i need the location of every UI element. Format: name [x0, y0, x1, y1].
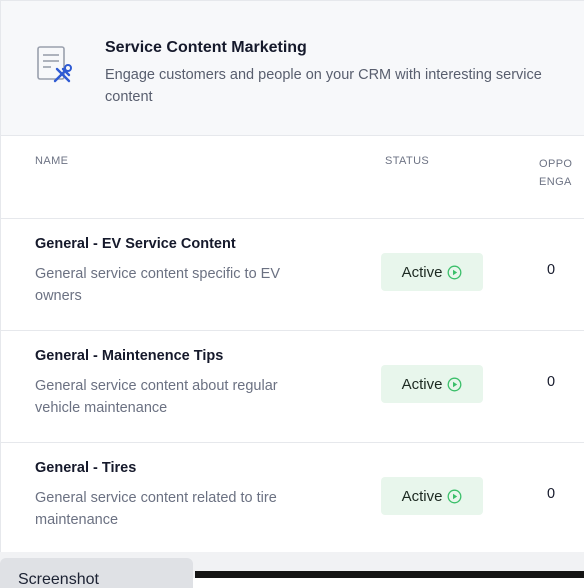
status-badge[interactable]: Active	[381, 253, 483, 291]
status-label: Active	[401, 375, 443, 393]
status-badge[interactable]: Active	[381, 365, 483, 403]
panel-description: Engage customers and people on your CRM …	[105, 67, 542, 105]
table-header: NAME STATUS OPPO ENGA	[1, 136, 584, 219]
status-label: Active	[401, 487, 443, 505]
bottom-dark-bar	[195, 571, 584, 578]
row-count: 0	[547, 486, 556, 502]
table-row[interactable]: General - Maintenence Tips General servi…	[1, 331, 584, 443]
row-title[interactable]: General - Maintenence Tips	[35, 348, 223, 364]
row-count: 0	[547, 374, 556, 390]
row-description: General service content related to tire …	[35, 490, 277, 528]
row-description: General service content specific to EV o…	[35, 266, 281, 304]
table-row[interactable]: General - EV Service Content General ser…	[1, 219, 584, 331]
column-status[interactable]: STATUS	[385, 155, 429, 167]
campaign-panel: Service Content Marketing Engage custome…	[0, 0, 584, 555]
column-name[interactable]: NAME	[35, 155, 68, 167]
table-row[interactable]: General - Tires General service content …	[1, 443, 584, 555]
row-title[interactable]: General - EV Service Content	[35, 236, 236, 252]
panel-title: Service Content Marketing	[105, 39, 307, 56]
document-tools-icon	[35, 43, 75, 87]
panel-header: Service Content Marketing Engage custome…	[1, 0, 584, 136]
status-label: Active	[401, 263, 443, 281]
row-title[interactable]: General - Tires	[35, 460, 136, 476]
row-description: General service content about regular ve…	[35, 378, 278, 416]
play-circle-icon	[447, 265, 462, 280]
row-count: 0	[547, 262, 556, 278]
play-circle-icon	[447, 489, 462, 504]
screenshot-tab[interactable]: Screenshot	[0, 558, 193, 588]
status-badge[interactable]: Active	[381, 477, 483, 515]
play-circle-icon	[447, 377, 462, 392]
column-opportunities[interactable]: OPPO ENGA	[539, 155, 572, 191]
